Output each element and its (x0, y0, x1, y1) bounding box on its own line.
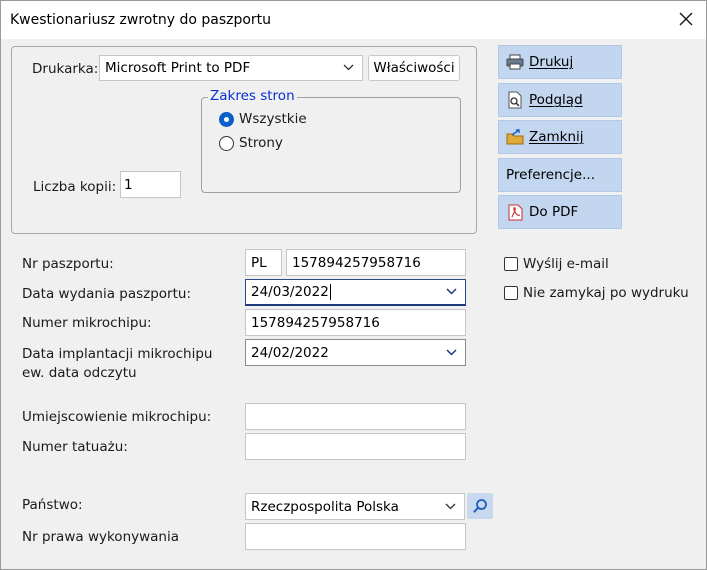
country-search-button[interactable] (467, 493, 493, 519)
range-pages-label: Strony (239, 135, 283, 151)
to-pdf-button[interactable]: Do PDF (498, 195, 622, 229)
preview-button[interactable]: Podgląd (498, 83, 622, 117)
page-range-title: Zakres stron (208, 88, 297, 104)
microchip-location-label: Umiejscowienie mikrochipu: (22, 409, 212, 425)
passport-prefix-value: PL (251, 254, 267, 271)
preferences-label: Preferencje... (506, 167, 595, 183)
tattoo-no-input[interactable] (245, 433, 466, 460)
close-icon (679, 12, 693, 26)
microchip-no-label: Numer mikrochipu: (22, 315, 152, 331)
license-label: Nr prawa wykonywania (22, 529, 180, 545)
chevron-down-icon (446, 348, 457, 356)
keep-open-checkbox[interactable] (504, 286, 518, 300)
tattoo-no-label: Numer tatuażu: (22, 439, 128, 455)
microchip-no-input[interactable]: 157894257958716 (245, 309, 466, 336)
preview-label: Podgląd (529, 92, 583, 108)
send-email-label: Wyślij e-mail (523, 256, 609, 272)
preferences-button[interactable]: Preferencje... (498, 158, 622, 192)
implant-date-picker[interactable]: 24/02/2022 (245, 339, 466, 366)
printer-label: Drukarka: (32, 61, 99, 77)
microchip-location-input[interactable] (245, 403, 466, 430)
range-all-option[interactable]: Wszystkie (219, 111, 339, 129)
country-select[interactable]: Rzeczpospolita Polska (245, 493, 465, 520)
send-email-checkbox[interactable] (504, 257, 518, 271)
chevron-down-icon (445, 503, 456, 509)
implant-date-label: Data implantacji mikrochipu (22, 346, 213, 362)
preview-icon (506, 91, 524, 109)
title-bar: Kwestionariusz zwrotny do paszportu (1, 1, 706, 39)
implant-date-label-line2: ew. data odczytu (22, 365, 137, 381)
passport-no-input[interactable]: 157894257958716 (286, 249, 466, 276)
close-dialog-button[interactable]: Zamknij (498, 120, 622, 154)
properties-button[interactable]: Właściwości (368, 55, 460, 81)
country-label: Państwo: (22, 497, 83, 513)
microchip-no-value: 157894257958716 (251, 314, 380, 331)
chevron-down-icon (343, 64, 354, 71)
exit-folder-icon (506, 128, 524, 146)
issue-date-value: 24/03/2022 (251, 284, 329, 300)
printer-selected-value: Microsoft Print to PDF (105, 60, 251, 76)
search-icon (473, 499, 487, 513)
range-all-label: Wszystkie (239, 111, 307, 127)
print-button[interactable]: Drukuj (498, 45, 622, 79)
passport-no-label: Nr paszportu: (22, 256, 114, 272)
country-value: Rzeczpospolita Polska (251, 498, 399, 515)
range-all-radio[interactable] (219, 112, 234, 127)
implant-date-value: 24/02/2022 (251, 344, 329, 361)
text-cursor (329, 284, 331, 300)
copies-value: 1 (124, 176, 133, 193)
keep-open-label: Nie zamykaj po wydruku (523, 285, 689, 301)
issue-date-label: Data wydania paszportu: (22, 286, 192, 302)
printer-icon (506, 53, 524, 71)
range-pages-option[interactable]: Strony (219, 135, 339, 153)
close-dialog-label: Zamknij (529, 129, 584, 145)
range-pages-radio[interactable] (219, 136, 234, 151)
to-pdf-label: Do PDF (529, 204, 579, 220)
pdf-icon (506, 203, 524, 221)
window-title: Kwestionariusz zwrotny do paszportu (10, 12, 272, 28)
license-no-input[interactable] (245, 523, 466, 550)
copies-label: Liczba kopii: (33, 179, 117, 195)
chevron-down-icon (446, 288, 457, 295)
copies-input[interactable]: 1 (120, 171, 181, 198)
close-button[interactable] (669, 3, 703, 35)
printer-select[interactable]: Microsoft Print to PDF (99, 55, 363, 81)
print-label: Drukuj (529, 54, 574, 70)
passport-no-value: 157894257958716 (292, 254, 421, 271)
dialog-window: Kwestionariusz zwrotny do paszportu Druk… (0, 0, 707, 570)
issue-date-picker[interactable]: 24/03/2022 (245, 279, 466, 306)
passport-prefix-input[interactable]: PL (245, 249, 282, 276)
